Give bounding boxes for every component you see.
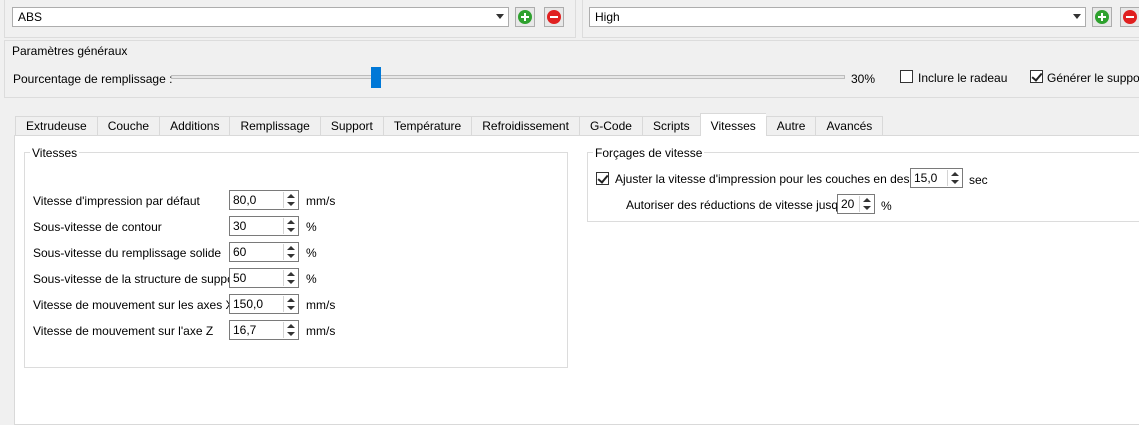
solid-infill-speed-label: Sous-vitesse du remplissage solide <box>33 246 222 260</box>
minus-icon <box>1123 10 1137 24</box>
default-print-speed-label: Vitesse d'impression par défaut <box>33 194 200 208</box>
support-speed-label: Sous-vitesse de la structure de support <box>33 272 242 286</box>
fill-percentage-label: Pourcentage de remplissage : <box>13 72 173 86</box>
chevron-down-icon <box>1073 14 1081 19</box>
tab-temperature[interactable]: Température <box>382 116 472 136</box>
support-speed-input[interactable]: 50 <box>229 268 299 288</box>
remove-material-button[interactable] <box>544 7 564 27</box>
spin-arrows-icon[interactable] <box>283 192 297 208</box>
add-quality-button[interactable] <box>1092 7 1112 27</box>
settings-tab-bar: Extrudeuse Couche Additions Remplissage … <box>15 113 884 136</box>
fill-slider-handle[interactable] <box>371 67 382 88</box>
adjust-speed-unit: sec <box>969 173 988 187</box>
plus-icon <box>518 10 532 24</box>
xy-travel-speed-unit: mm/s <box>306 298 336 312</box>
perimeter-speed-value: 30 <box>233 219 247 233</box>
tab-support[interactable]: Support <box>319 116 383 136</box>
default-print-speed-value: 80,0 <box>233 193 257 207</box>
spin-arrows-icon[interactable] <box>283 218 297 234</box>
chevron-down-icon <box>496 14 504 19</box>
adjust-speed-input[interactable]: 15,0 <box>910 168 963 188</box>
speeds-legend: Vitesses <box>30 146 80 160</box>
adjust-speed-label: Ajuster la vitesse d'impression pour les… <box>615 172 935 186</box>
adjust-speed-checkbox[interactable] <box>596 172 609 185</box>
tab-couche[interactable]: Couche <box>96 116 160 136</box>
tab-refroidissement[interactable]: Refroidissement <box>471 116 579 136</box>
solid-infill-speed-input[interactable]: 60 <box>229 242 299 262</box>
z-travel-speed-label: Vitesse de mouvement sur l'axe Z <box>33 324 214 338</box>
spin-arrows-icon[interactable] <box>283 270 297 286</box>
speed-overrides-legend: Forçages de vitesse <box>593 146 705 160</box>
generate-support-checkbox[interactable] <box>1030 70 1043 83</box>
general-settings-legend: Paramètres généraux <box>10 44 130 58</box>
speed-reduction-unit: % <box>881 199 892 213</box>
quality-profile-combo[interactable]: High <box>589 7 1086 27</box>
support-speed-unit: % <box>306 272 317 286</box>
speed-reduction-input[interactable]: 20 <box>837 194 875 214</box>
adjust-speed-value: 15,0 <box>914 171 938 185</box>
minus-icon <box>547 10 561 24</box>
speed-reduction-value: 20 <box>841 197 855 211</box>
tab-vitesses[interactable]: Vitesses <box>699 113 766 136</box>
perimeter-speed-label: Sous-vitesse de contour <box>33 220 162 234</box>
z-travel-speed-value: 16,7 <box>233 323 257 337</box>
xy-travel-speed-value: 150,0 <box>233 297 264 311</box>
default-print-speed-unit: mm/s <box>306 194 336 208</box>
xy-travel-speed-input[interactable]: 150,0 <box>229 294 299 314</box>
plus-icon <box>1095 10 1109 24</box>
material-profile-value: ABS <box>18 10 43 24</box>
speed-reduction-label: Autoriser des réductions de vitesse jusq… <box>626 198 854 212</box>
fill-percentage-value: 30% <box>851 72 876 86</box>
tab-autre[interactable]: Autre <box>765 116 816 136</box>
add-material-button[interactable] <box>515 7 535 27</box>
remove-quality-button[interactable] <box>1120 7 1139 27</box>
spin-arrows-icon[interactable] <box>947 170 961 186</box>
spin-arrows-icon[interactable] <box>283 322 297 338</box>
include-raft-label: Inclure le radeau <box>918 71 1008 85</box>
perimeter-speed-input[interactable]: 30 <box>229 216 299 236</box>
default-print-speed-input[interactable]: 80,0 <box>229 190 299 210</box>
generate-support-label: Générer le support <box>1047 71 1139 85</box>
z-travel-speed-unit: mm/s <box>306 324 336 338</box>
perimeter-speed-unit: % <box>306 220 317 234</box>
fill-percentage-slider[interactable] <box>171 75 845 79</box>
solid-infill-speed-value: 60 <box>233 245 247 259</box>
support-speed-value: 50 <box>233 271 247 285</box>
quality-profile-value: High <box>595 10 620 24</box>
tab-remplissage[interactable]: Remplissage <box>229 116 320 136</box>
include-raft-checkbox[interactable] <box>900 70 913 83</box>
z-travel-speed-input[interactable]: 16,7 <box>229 320 299 340</box>
xy-travel-speed-label: Vitesse de mouvement sur les axes X/Y <box>33 298 245 312</box>
tab-extrudeuse[interactable]: Extrudeuse <box>15 116 97 136</box>
tab-additions[interactable]: Additions <box>159 116 230 136</box>
spin-arrows-icon[interactable] <box>283 296 297 312</box>
general-settings-group <box>4 40 1139 98</box>
solid-infill-speed-unit: % <box>306 246 317 260</box>
spin-arrows-icon[interactable] <box>859 196 873 212</box>
spin-arrows-icon[interactable] <box>283 244 297 260</box>
material-profile-combo[interactable]: ABS <box>12 7 509 27</box>
tab-gcode[interactable]: G-Code <box>578 116 642 136</box>
tab-scripts[interactable]: Scripts <box>641 116 700 136</box>
tab-avances[interactable]: Avancés <box>815 116 884 136</box>
